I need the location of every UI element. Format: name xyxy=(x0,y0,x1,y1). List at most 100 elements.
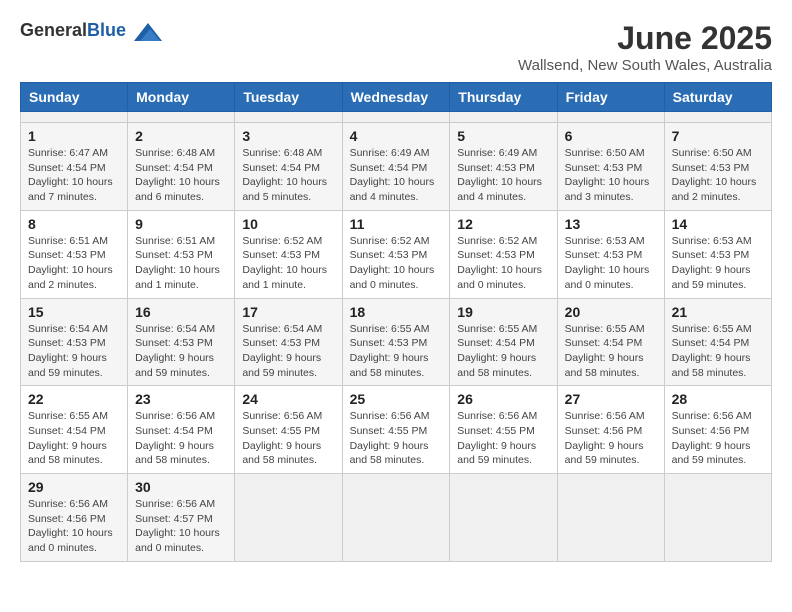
sunset-text: Sunset: 4:53 PM xyxy=(135,336,227,351)
day-info: Sunrise: 6:47 AMSunset: 4:54 PMDaylight:… xyxy=(28,146,120,205)
daylight-text: Daylight: 9 hours and 58 minutes. xyxy=(350,439,443,468)
day-number: 3 xyxy=(242,128,334,144)
day-number: 7 xyxy=(672,128,764,144)
day-number: 28 xyxy=(672,391,764,407)
daylight-text: Daylight: 10 hours and 0 minutes. xyxy=(457,263,549,292)
calendar-cell: 16Sunrise: 6:54 AMSunset: 4:53 PMDayligh… xyxy=(128,298,235,386)
sunset-text: Sunset: 4:54 PM xyxy=(457,336,549,351)
day-info: Sunrise: 6:56 AMSunset: 4:56 PMDaylight:… xyxy=(672,409,764,468)
daylight-text: Daylight: 10 hours and 3 minutes. xyxy=(565,175,657,204)
calendar-cell: 12Sunrise: 6:52 AMSunset: 4:53 PMDayligh… xyxy=(450,210,557,298)
sunrise-text: Sunrise: 6:53 AM xyxy=(565,234,657,249)
sunset-text: Sunset: 4:55 PM xyxy=(242,424,334,439)
sunset-text: Sunset: 4:54 PM xyxy=(350,161,443,176)
calendar-week-row: 15Sunrise: 6:54 AMSunset: 4:53 PMDayligh… xyxy=(21,298,772,386)
sunset-text: Sunset: 4:53 PM xyxy=(28,248,120,263)
calendar-cell xyxy=(664,474,771,562)
calendar-cell: 6 Sunrise: 6:50 AMSunset: 4:53 PMDaylight… xyxy=(557,123,664,211)
day-info: Sunrise: 6:50 AMSunset: 4:53 PMDaylight:… xyxy=(565,146,657,205)
daylight-text: Daylight: 10 hours and 4 minutes. xyxy=(350,175,443,204)
day-info: Sunrise: 6:56 AMSunset: 4:57 PMDaylight:… xyxy=(135,497,227,556)
weekday-header-wednesday: Wednesday xyxy=(342,83,450,112)
sunset-text: Sunset: 4:53 PM xyxy=(672,161,764,176)
day-info: Sunrise: 6:51 AMSunset: 4:53 PMDaylight:… xyxy=(135,234,227,293)
daylight-text: Daylight: 10 hours and 5 minutes. xyxy=(242,175,334,204)
day-number: 29 xyxy=(28,479,120,495)
logo-general: GeneralBlue xyxy=(20,23,131,40)
daylight-text: Daylight: 9 hours and 58 minutes. xyxy=(135,439,227,468)
calendar-table: SundayMondayTuesdayWednesdayThursdayFrid… xyxy=(20,82,772,562)
day-number: 19 xyxy=(457,304,549,320)
sunset-text: Sunset: 4:54 PM xyxy=(28,161,120,176)
daylight-text: Daylight: 10 hours and 0 minutes. xyxy=(565,263,657,292)
daylight-text: Daylight: 9 hours and 58 minutes. xyxy=(457,351,549,380)
sunrise-text: Sunrise: 6:56 AM xyxy=(565,409,657,424)
calendar-cell: 7 Sunrise: 6:50 AMSunset: 4:53 PMDaylight… xyxy=(664,123,771,211)
sunrise-text: Sunrise: 6:56 AM xyxy=(457,409,549,424)
calendar-cell xyxy=(235,112,342,123)
sunset-text: Sunset: 4:53 PM xyxy=(565,161,657,176)
calendar-week-row xyxy=(21,112,772,123)
calendar-cell: 13Sunrise: 6:53 AMSunset: 4:53 PMDayligh… xyxy=(557,210,664,298)
sunset-text: Sunset: 4:54 PM xyxy=(565,336,657,351)
daylight-text: Daylight: 10 hours and 7 minutes. xyxy=(28,175,120,204)
day-info: Sunrise: 6:55 AMSunset: 4:54 PMDaylight:… xyxy=(565,322,657,381)
day-info: Sunrise: 6:48 AMSunset: 4:54 PMDaylight:… xyxy=(135,146,227,205)
calendar-week-row: 1Sunrise: 6:47 AMSunset: 4:54 PMDaylight… xyxy=(21,123,772,211)
sunrise-text: Sunrise: 6:55 AM xyxy=(457,322,549,337)
sunset-text: Sunset: 4:54 PM xyxy=(242,161,334,176)
day-number: 2 xyxy=(135,128,227,144)
daylight-text: Daylight: 10 hours and 0 minutes. xyxy=(350,263,443,292)
day-number: 6 xyxy=(565,128,657,144)
daylight-text: Daylight: 9 hours and 58 minutes. xyxy=(350,351,443,380)
sunset-text: Sunset: 4:53 PM xyxy=(242,248,334,263)
sunrise-text: Sunrise: 6:54 AM xyxy=(242,322,334,337)
sunrise-text: Sunrise: 6:52 AM xyxy=(242,234,334,249)
day-info: Sunrise: 6:52 AMSunset: 4:53 PMDaylight:… xyxy=(242,234,334,293)
day-info: Sunrise: 6:54 AMSunset: 4:53 PMDaylight:… xyxy=(135,322,227,381)
daylight-text: Daylight: 10 hours and 0 minutes. xyxy=(28,526,120,555)
calendar-cell xyxy=(664,112,771,123)
sunset-text: Sunset: 4:53 PM xyxy=(242,336,334,351)
sunrise-text: Sunrise: 6:48 AM xyxy=(242,146,334,161)
calendar-cell: 9 Sunrise: 6:51 AMSunset: 4:53 PMDaylight… xyxy=(128,210,235,298)
daylight-text: Daylight: 9 hours and 58 minutes. xyxy=(565,351,657,380)
day-number: 10 xyxy=(242,216,334,232)
calendar-week-row: 8Sunrise: 6:51 AMSunset: 4:53 PMDaylight… xyxy=(21,210,772,298)
day-number: 9 xyxy=(135,216,227,232)
day-info: Sunrise: 6:56 AMSunset: 4:54 PMDaylight:… xyxy=(135,409,227,468)
daylight-text: Daylight: 9 hours and 58 minutes. xyxy=(242,439,334,468)
sunrise-text: Sunrise: 6:51 AM xyxy=(28,234,120,249)
day-number: 8 xyxy=(28,216,120,232)
sunrise-text: Sunrise: 6:47 AM xyxy=(28,146,120,161)
daylight-text: Daylight: 10 hours and 4 minutes. xyxy=(457,175,549,204)
sunrise-text: Sunrise: 6:55 AM xyxy=(28,409,120,424)
calendar-cell: 21Sunrise: 6:55 AMSunset: 4:54 PMDayligh… xyxy=(664,298,771,386)
daylight-text: Daylight: 9 hours and 59 minutes. xyxy=(672,439,764,468)
sunrise-text: Sunrise: 6:51 AM xyxy=(135,234,227,249)
day-info: Sunrise: 6:56 AMSunset: 4:55 PMDaylight:… xyxy=(457,409,549,468)
sunrise-text: Sunrise: 6:55 AM xyxy=(565,322,657,337)
day-number: 18 xyxy=(350,304,443,320)
sunset-text: Sunset: 4:53 PM xyxy=(457,161,549,176)
daylight-text: Daylight: 9 hours and 58 minutes. xyxy=(672,351,764,380)
daylight-text: Daylight: 9 hours and 59 minutes. xyxy=(672,263,764,292)
logo-text: GeneralBlue xyxy=(20,20,162,41)
day-info: Sunrise: 6:56 AMSunset: 4:55 PMDaylight:… xyxy=(350,409,443,468)
calendar-cell xyxy=(342,474,450,562)
daylight-text: Daylight: 9 hours and 59 minutes. xyxy=(565,439,657,468)
weekday-header-sunday: Sunday xyxy=(21,83,128,112)
calendar-cell: 18Sunrise: 6:55 AMSunset: 4:53 PMDayligh… xyxy=(342,298,450,386)
day-number: 27 xyxy=(565,391,657,407)
sunrise-text: Sunrise: 6:56 AM xyxy=(135,497,227,512)
daylight-text: Daylight: 10 hours and 1 minute. xyxy=(242,263,334,292)
sunrise-text: Sunrise: 6:54 AM xyxy=(135,322,227,337)
sunrise-text: Sunrise: 6:56 AM xyxy=(672,409,764,424)
weekday-header-monday: Monday xyxy=(128,83,235,112)
calendar-cell: 1Sunrise: 6:47 AMSunset: 4:54 PMDaylight… xyxy=(21,123,128,211)
sunrise-text: Sunrise: 6:56 AM xyxy=(242,409,334,424)
sunset-text: Sunset: 4:54 PM xyxy=(135,424,227,439)
day-info: Sunrise: 6:50 AMSunset: 4:53 PMDaylight:… xyxy=(672,146,764,205)
calendar-cell: 30Sunrise: 6:56 AMSunset: 4:57 PMDayligh… xyxy=(128,474,235,562)
daylight-text: Daylight: 9 hours and 59 minutes. xyxy=(135,351,227,380)
